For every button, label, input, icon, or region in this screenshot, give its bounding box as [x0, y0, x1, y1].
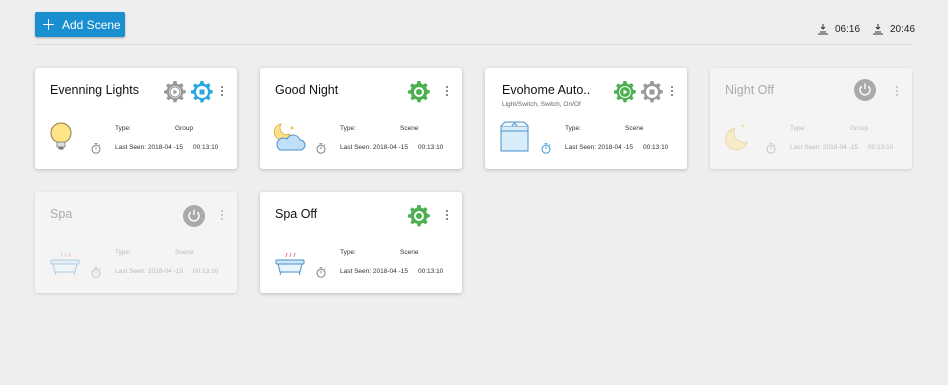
last-seen: Last Seen: 2018-04 -15	[565, 144, 633, 151]
type-value: Scene	[400, 125, 419, 132]
more-options-icon[interactable]	[444, 86, 450, 98]
timer-icon	[541, 143, 551, 154]
scene-card-good-night[interactable]: Good Night Type: Scene Last Seen: 2018-0…	[260, 68, 462, 169]
sunset-time: 20:46	[890, 23, 916, 35]
timer-icon	[91, 143, 101, 154]
scene-title: Evenning Lights	[50, 83, 139, 97]
last-seen-time: 00:13:10	[193, 144, 219, 151]
bathtub-icon	[50, 252, 80, 276]
type-label: Type:	[340, 125, 356, 132]
scene-title: Good Night	[275, 83, 339, 97]
scene-card-spa-off[interactable]: Spa Off Type: Scene Last Seen: 2018-04 -…	[260, 192, 462, 293]
last-seen: Last Seen: 2018-04 -15	[790, 144, 858, 151]
more-options-icon[interactable]	[219, 86, 225, 98]
sunrise-indicator: 06:16	[817, 23, 860, 35]
type-value: Group	[850, 125, 869, 132]
type-label: Type:	[565, 125, 581, 132]
scene-card-night-off[interactable]: Night Off Type: Group Last Seen: 2018-04…	[710, 68, 912, 169]
bathtub-icon	[275, 252, 305, 276]
timer-icon	[766, 143, 776, 154]
more-options-icon[interactable]	[444, 210, 450, 222]
box-icon	[500, 121, 529, 152]
type-value: Scene	[625, 125, 644, 132]
sunrise-time: 06:16	[835, 23, 861, 35]
type-label: Type:	[340, 249, 356, 256]
moon-cloud-icon	[273, 123, 306, 151]
scene-card-spa[interactable]: Spa Type: Scene Last Seen: 2018-04 -15 0…	[35, 192, 237, 293]
power-icon[interactable]	[182, 204, 206, 228]
stop-gear-icon[interactable]	[640, 80, 664, 104]
power-icon[interactable]	[853, 78, 877, 102]
type-value: Scene	[175, 249, 194, 256]
type-label: Type:	[115, 249, 131, 256]
add-scene-label: Add Scene	[62, 17, 121, 32]
last-seen-time: 00:13:10	[418, 268, 444, 275]
header-divider	[35, 44, 912, 45]
sunrise-icon	[818, 24, 828, 35]
sunset-icon	[873, 24, 883, 35]
last-seen-time: 00:13:10	[868, 144, 894, 151]
scene-card-evohome-auto[interactable]: Evohome Auto.. Light/Switch, Switch, On/…	[485, 68, 687, 169]
last-seen: Last Seen: 2018-04 -15	[115, 268, 183, 275]
type-label: Type:	[790, 125, 806, 132]
stop-gear-icon[interactable]	[190, 80, 214, 104]
more-options-icon[interactable]	[669, 86, 675, 98]
last-seen: Last Seen: 2018-04 -15	[115, 144, 183, 151]
scene-title: Night Off	[725, 83, 775, 97]
play-gear-icon[interactable]	[163, 80, 187, 104]
plus-icon	[43, 19, 54, 30]
type-value: Scene	[400, 249, 419, 256]
scene-title: Spa Off	[275, 207, 318, 221]
timer-icon	[91, 267, 101, 278]
more-options-icon[interactable]	[894, 86, 900, 98]
more-options-icon[interactable]	[219, 210, 225, 222]
last-seen-time: 00:13:10	[193, 268, 219, 275]
last-seen-time: 00:13:10	[643, 144, 669, 151]
activate-gear-icon[interactable]	[407, 204, 431, 228]
type-label: Type:	[115, 125, 131, 132]
timer-icon	[316, 267, 326, 278]
last-seen: Last Seen: 2018-04 -15	[340, 144, 408, 151]
activate-gear-icon[interactable]	[407, 80, 431, 104]
moon-stars-icon	[725, 124, 748, 151]
scene-title: Spa	[50, 207, 73, 221]
add-scene-button[interactable]: Add Scene	[35, 12, 125, 37]
sunset-indicator: 20:46	[872, 23, 915, 35]
last-seen-time: 00:13:10	[418, 144, 444, 151]
scene-card-evenning-lights[interactable]: Evenning Lights Type: Group Last Seen: 2…	[35, 68, 237, 169]
timer-icon	[316, 143, 326, 154]
scene-subtitle: Light/Switch, Switch, On/Of	[502, 101, 581, 108]
last-seen: Last Seen: 2018-04 -15	[340, 268, 408, 275]
type-value: Group	[175, 125, 194, 132]
scene-title: Evohome Auto..	[502, 83, 591, 97]
play-gear-icon[interactable]	[613, 80, 637, 104]
light-bulb-icon	[50, 122, 72, 150]
